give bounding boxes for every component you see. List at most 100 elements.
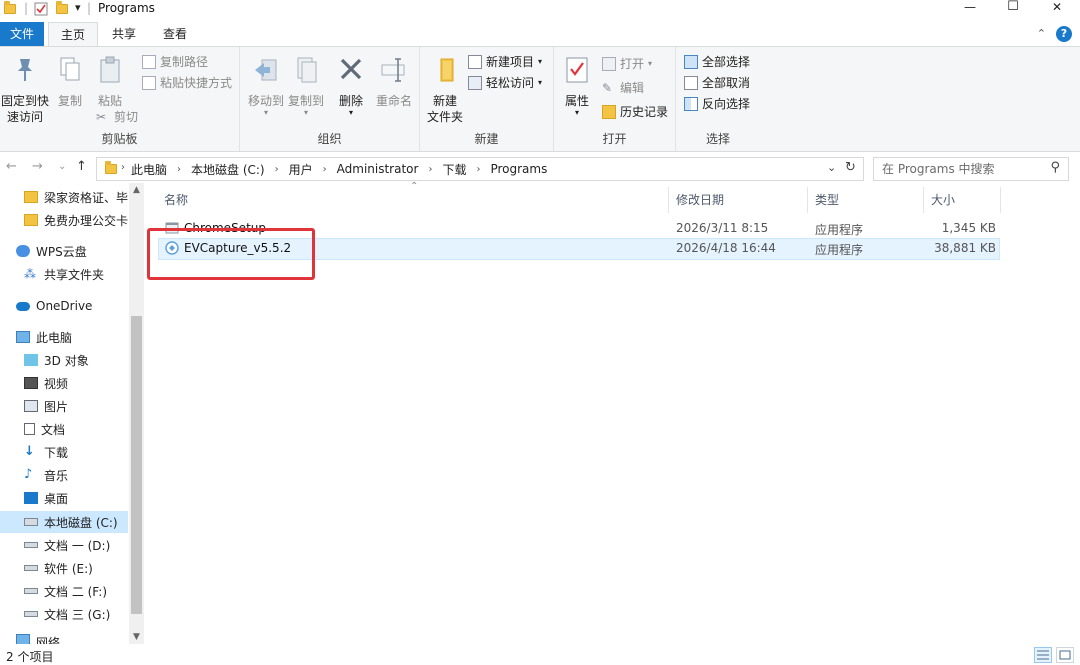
nav-item-shared-folder[interactable]: ⁂ 共享文件夹	[24, 263, 128, 285]
nav-scrollbar-thumb[interactable]	[131, 316, 142, 614]
qa-dropdown-icon[interactable]: ▾	[75, 1, 81, 14]
column-header-modified[interactable]: 修改日期	[676, 193, 724, 217]
breadcrumb-separator[interactable]: ›	[428, 164, 432, 175]
properties-icon	[566, 57, 588, 83]
nav-item-folder-1[interactable]: 梁家资格证、毕	[24, 186, 128, 208]
edit-button[interactable]: ✎ 编辑	[602, 79, 644, 97]
breadcrumb-downloads[interactable]: 下载	[442, 161, 466, 178]
tab-home[interactable]: 主页	[48, 22, 98, 46]
copy-to-button[interactable]: 复制到 ▾	[286, 55, 326, 117]
cut-button[interactable]: ✂ 剪切	[96, 108, 138, 126]
breadcrumb-separator[interactable]: ›	[323, 164, 327, 175]
nav-item-folder-2[interactable]: 免费办理公交卡	[24, 209, 128, 231]
select-none-button[interactable]: 全部取消	[684, 74, 750, 92]
item-count: 2 个项目	[6, 650, 54, 664]
nav-scrollbar[interactable]: ▲ ▼	[129, 183, 144, 644]
breadcrumb-this-pc[interactable]: 此电脑	[131, 161, 167, 178]
minimize-button[interactable]: —	[947, 0, 993, 18]
delete-label: 删除	[338, 94, 363, 108]
breadcrumb-administrator[interactable]: Administrator	[337, 162, 419, 176]
ribbon-tabs: 文件 主页 共享 查看	[0, 22, 1080, 46]
breadcrumb-users[interactable]: 用户	[289, 161, 313, 178]
breadcrumb-separator[interactable]: ›	[275, 164, 279, 175]
copy-button[interactable]: 复制	[52, 55, 88, 109]
scroll-up-icon[interactable]: ▲	[129, 185, 144, 195]
nav-item-label: 共享文件夹	[44, 267, 105, 282]
search-icon[interactable]: ⚲	[1050, 160, 1060, 175]
refresh-icon[interactable]: ↻	[845, 160, 856, 175]
breadcrumb-separator[interactable]: ›	[476, 164, 480, 175]
column-divider[interactable]	[1000, 187, 1001, 213]
breadcrumb-programs[interactable]: Programs	[490, 162, 547, 176]
new-folder-icon	[440, 58, 454, 82]
nav-item-downloads[interactable]: ↓ 下载	[24, 441, 128, 463]
column-header-name[interactable]: 名称	[164, 193, 188, 217]
nav-item-label: 文档	[41, 422, 66, 437]
new-folder-qa-icon[interactable]	[56, 0, 68, 18]
open-button[interactable]: 打开 ▾	[602, 55, 652, 73]
address-row: ← → ⌄ ↑ › 此电脑 › 本地磁盘 (C:) › 用户 › Adminis…	[0, 155, 1080, 183]
column-divider[interactable]	[923, 187, 924, 213]
close-button[interactable]: ✕	[1034, 0, 1080, 18]
delete-button[interactable]: 删除 ▾	[336, 55, 366, 117]
recent-locations-icon[interactable]: ⌄	[58, 161, 66, 172]
new-folder-button[interactable]: 新建 文件夹	[424, 55, 466, 125]
breadcrumb-local-disk-c[interactable]: 本地磁盘 (C:)	[191, 161, 265, 178]
document-icon	[24, 423, 35, 435]
nav-item-drive-g[interactable]: 文档 三 (G:)	[24, 603, 128, 625]
easy-access-button[interactable]: 轻松访问 ▾	[468, 74, 542, 92]
paste-shortcut-button[interactable]: 粘贴快捷方式	[142, 74, 232, 92]
new-item-button[interactable]: 新建项目 ▾	[468, 53, 542, 71]
nav-item-drive-f[interactable]: 文档 二 (F:)	[24, 580, 128, 602]
details-view-button[interactable]	[1034, 647, 1052, 663]
tab-share[interactable]: 共享	[102, 22, 146, 46]
nav-item-wps-cloud[interactable]: WPS云盘	[16, 240, 128, 262]
nav-item-drive-e[interactable]: 软件 (E:)	[24, 557, 128, 579]
rename-button[interactable]: 重命名	[374, 55, 414, 109]
edit-pencil-icon: ✎	[602, 81, 613, 95]
select-all-button[interactable]: 全部选择	[684, 53, 750, 71]
nav-item-desktop[interactable]: 桌面	[24, 487, 128, 509]
copy-path-button[interactable]: 复制路径	[142, 53, 208, 71]
select-all-label: 全部选择	[702, 55, 751, 69]
tab-file[interactable]: 文件	[0, 22, 44, 46]
nav-item-local-disk-c[interactable]: 本地磁盘 (C:)	[0, 511, 128, 533]
large-icons-view-button[interactable]	[1056, 647, 1074, 663]
history-button[interactable]: 历史记录	[602, 103, 668, 121]
column-header-type[interactable]: 类型	[815, 193, 839, 217]
nav-item-music[interactable]: ♪ 音乐	[24, 464, 128, 486]
address-dropdown-icon[interactable]: ⌄	[827, 161, 836, 174]
nav-item-network[interactable]: 网络	[16, 634, 128, 644]
forward-icon[interactable]: →	[32, 159, 43, 174]
up-icon[interactable]: ↑	[76, 159, 87, 174]
tab-view[interactable]: 查看	[152, 22, 198, 46]
search-input[interactable]	[882, 161, 1042, 177]
paste-button[interactable]: 粘贴	[92, 55, 128, 109]
address-root-chevron-icon[interactable]: ›	[121, 162, 125, 173]
collapse-ribbon-icon[interactable]: ⌃	[1037, 26, 1046, 42]
select-none-icon	[684, 76, 698, 90]
nav-item-documents[interactable]: 文档	[24, 418, 128, 440]
nav-item-drive-d[interactable]: 文档 一 (D:)	[24, 534, 128, 556]
nav-item-videos[interactable]: 视频	[24, 372, 128, 394]
column-divider[interactable]	[807, 187, 808, 213]
breadcrumb-separator[interactable]: ›	[177, 164, 181, 175]
nav-item-this-pc[interactable]: 此电脑	[16, 326, 128, 348]
pin-quick-access-button[interactable]: 固定到快 速访问	[0, 55, 50, 125]
move-to-button[interactable]: 移动到 ▾	[246, 55, 286, 117]
invert-selection-button[interactable]: 反向选择	[684, 95, 750, 113]
back-icon[interactable]: ←	[6, 159, 17, 174]
column-divider[interactable]	[668, 187, 669, 213]
drive-c-icon	[24, 518, 38, 526]
help-icon[interactable]: ?	[1056, 26, 1072, 42]
properties-button[interactable]: 属性 ▾	[560, 55, 594, 117]
maximize-button[interactable]: ☐	[990, 0, 1036, 18]
properties-qa-icon[interactable]	[34, 0, 48, 18]
nav-item-onedrive[interactable]: OneDrive	[16, 295, 128, 317]
column-header-size[interactable]: 大小	[931, 193, 955, 217]
scroll-down-icon[interactable]: ▼	[129, 632, 144, 642]
nav-item-3d-objects[interactable]: 3D 对象	[24, 349, 128, 371]
history-label: 历史记录	[620, 105, 669, 119]
address-bar[interactable]: › 此电脑 › 本地磁盘 (C:) › 用户 › Administrator ›…	[96, 157, 864, 181]
nav-item-pictures[interactable]: 图片	[24, 395, 128, 417]
